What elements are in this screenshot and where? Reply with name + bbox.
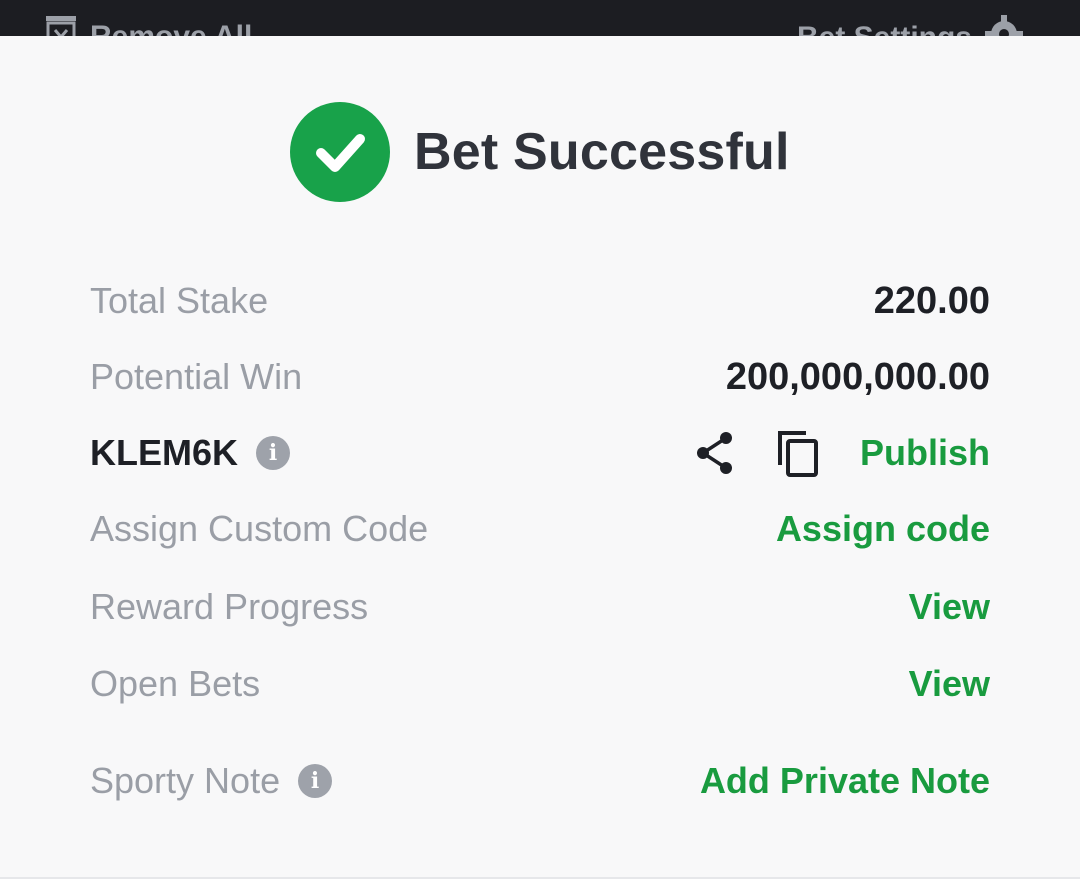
sporty-note-label: Sporty Note [90,760,281,801]
custom-code-label: Assign Custom Code [90,508,429,549]
reward-progress-label: Reward Progress [90,586,369,627]
total-stake-label: Total Stake [90,280,269,321]
total-stake-row: Total Stake 220.00 [90,276,990,326]
remove-all-button[interactable]: Remove All [44,14,252,36]
remove-all-label: Remove All [90,20,252,36]
custom-code-row: Assign Custom Code Assign code [90,504,990,554]
assign-code-button[interactable]: Assign code [776,508,990,550]
open-bets-view-button[interactable]: View [909,663,990,705]
open-bets-row: Open Bets View [90,659,990,709]
top-bar: Remove All Bet Settings [0,0,1080,36]
info-icon[interactable]: i [256,436,291,470]
total-stake-value: 220.00 [873,279,990,322]
check-icon [290,102,390,202]
info-icon[interactable]: i [298,764,333,798]
sporty-note-row: Sporty Note i Add Private Note [90,756,990,806]
booking-code: KLEM6K [90,432,239,473]
potential-win-value: 200,000,000.00 [725,355,990,398]
booking-code-group: KLEM6K i [90,432,291,474]
bet-settings-button[interactable]: Bet Settings [797,14,1024,36]
potential-win-label: Potential Win [90,356,303,397]
copy-icon[interactable] [776,429,820,477]
bet-success-panel: Bet Successful Total Stake 220.00 Potent… [0,36,1080,879]
page-title: Bet Successful [414,123,790,181]
gear-icon [984,14,1024,36]
reward-progress-view-button[interactable]: View [909,586,990,628]
booking-code-row: KLEM6K i Publish [90,428,990,478]
bet-settings-label: Bet Settings [797,21,972,36]
add-private-note-button[interactable]: Add Private Note [700,760,990,802]
share-icon[interactable] [694,430,736,476]
publish-button[interactable]: Publish [860,432,990,474]
potential-win-row: Potential Win 200,000,000.00 [90,352,990,402]
trash-icon [44,14,78,36]
success-header: Bet Successful [290,102,790,202]
sporty-note-group: Sporty Note i [90,760,333,802]
reward-progress-row: Reward Progress View [90,582,990,632]
booking-actions: Publish [694,429,990,477]
open-bets-label: Open Bets [90,663,261,704]
